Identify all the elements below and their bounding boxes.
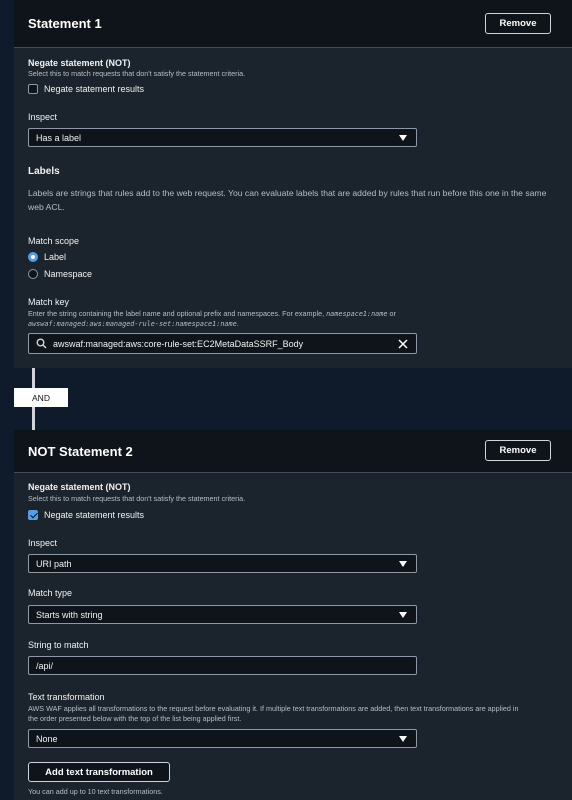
match-type-label: Match type [28,588,73,598]
statement-1-remove-button[interactable]: Remove [485,13,551,34]
caret-down-icon [399,561,407,567]
match-key-input[interactable]: awswaf:managed:aws:core-rule-set:EC2Meta… [28,333,417,354]
match-key-label: Match key [28,297,70,307]
add-text-transformation-button[interactable]: Add text transformation [28,762,170,782]
statement-2-negate-checkbox[interactable] [28,510,38,520]
statement-2-inspect-value: URI path [36,558,72,569]
statement-1-inspect-select[interactable]: Has a label [28,128,417,147]
caret-down-icon [399,135,407,141]
statement-2-title: NOT Statement 2 [28,444,133,459]
and-connector: AND [14,388,68,407]
statement-2-header: NOT Statement 2 Remove [14,430,572,473]
match-scope-label: Match scope [28,236,80,246]
match-scope-radio-namespace[interactable] [28,269,38,279]
clear-icon[interactable] [398,339,408,349]
text-transformation-description: AWS WAF applies all transformations to t… [28,704,519,723]
text-transformation-value: None [36,733,58,744]
statement-2-inspect-select[interactable]: URI path [28,554,417,573]
statement-2-remove-button[interactable]: Remove [485,440,551,461]
string-to-match-label: String to match [28,640,89,650]
statement-1-title: Statement 1 [28,16,102,31]
text-transformation-limit-note: You can add up to 10 text transformation… [28,787,163,796]
match-key-value: awswaf:managed:aws:core-rule-set:EC2Meta… [53,338,304,349]
statement-1-inspect-label: Inspect [28,112,58,122]
statement-1-negate-checkbox-label[interactable]: Negate statement results [44,84,144,94]
caret-down-icon [399,736,407,742]
statement-1-negate-description: Select this to match requests that don't… [28,69,246,78]
caret-down-icon [399,612,407,618]
match-key-period: . [236,319,239,328]
string-to-match-input[interactable]: /api/ [28,656,417,675]
match-type-select[interactable]: Starts with string [28,605,417,624]
text-transformation-select[interactable]: None [28,729,417,748]
text-transformation-label: Text transformation [28,692,105,702]
search-icon [36,338,47,349]
statement-2-panel: NOT Statement 2 Remove Negate statement … [14,430,572,800]
connector-line-bottom [32,407,35,430]
match-key-description: Enter the string containing the label na… [28,309,558,329]
statement-2-negate-label: Negate statement (NOT) [28,482,131,492]
statement-1-negate-checkbox[interactable] [28,84,38,94]
match-type-value: Starts with string [36,609,103,620]
match-scope-option-namespace[interactable]: Namespace [44,269,92,279]
match-scope-option-label[interactable]: Label [44,252,66,262]
match-key-description-text: Enter the string containing the label na… [28,309,325,318]
statement-1-inspect-value: Has a label [36,132,82,143]
statement-2-inspect-label: Inspect [28,538,58,548]
match-key-example-2: awswaf:managed:aws:managed-rule-set:name… [28,320,237,328]
statement-1-header: Statement 1 Remove [14,0,572,48]
labels-description: Labels are strings that rules add to the… [28,188,547,212]
match-key-or: or [389,309,396,318]
statement-2-negate-description: Select this to match requests that don't… [28,494,246,503]
match-scope-radio-label[interactable] [28,252,38,262]
statement-1-negate-label: Negate statement (NOT) [28,58,131,68]
statement-1-panel: Statement 1 Remove Negate statement (NOT… [14,0,572,368]
statement-2-negate-checkbox-label[interactable]: Negate statement results [44,510,144,520]
string-to-match-value: /api/ [36,660,54,671]
match-key-example-1: namespace1:name [326,310,388,318]
labels-heading: Labels [28,166,60,177]
connector-line-top [32,368,35,388]
